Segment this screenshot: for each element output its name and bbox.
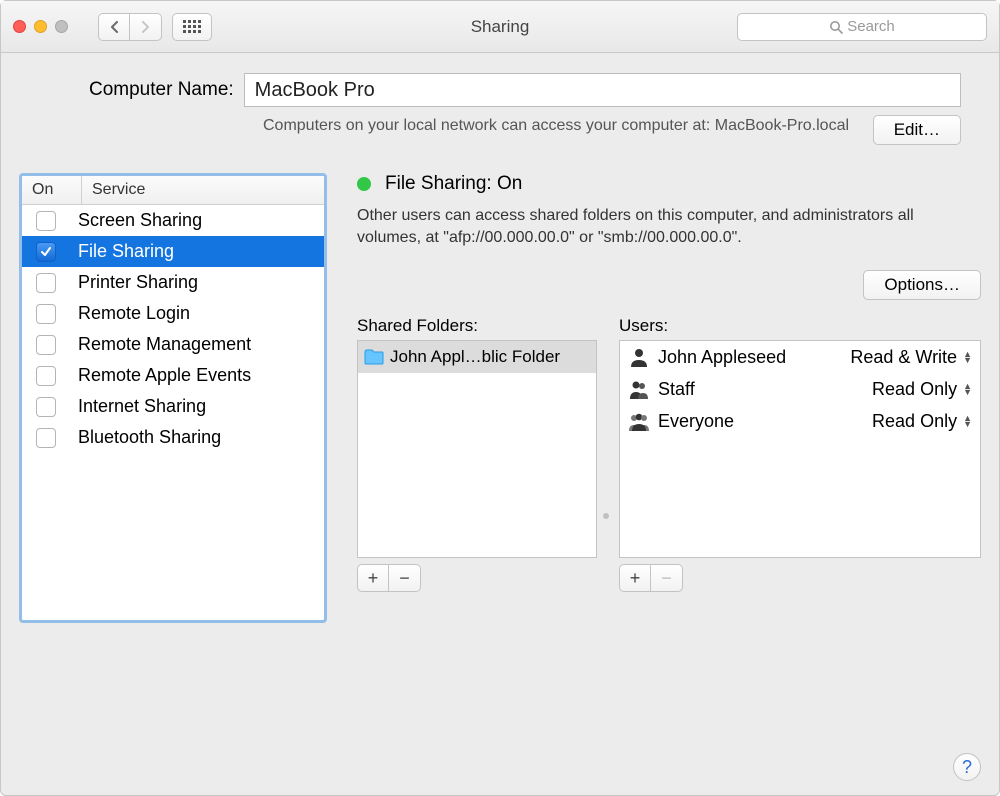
user-permission[interactable]: Read Only ▲▼ [872, 411, 972, 432]
service-row[interactable]: Remote Management [22, 329, 324, 360]
service-row[interactable]: Internet Sharing [22, 391, 324, 422]
remove-user-button[interactable]: − [651, 564, 683, 592]
user-name: Staff [658, 379, 695, 400]
computer-name-description: Computers on your local network can acce… [263, 115, 873, 137]
services-list[interactable]: On Service Screen Sharing File Sharing Pri… [19, 173, 327, 623]
user-item[interactable]: John Appleseed Read & Write ▲▼ [620, 341, 980, 373]
service-checkbox[interactable] [36, 428, 56, 448]
service-label: Remote Management [78, 334, 251, 355]
person-icon [628, 346, 650, 368]
users-list[interactable]: John Appleseed Read & Write ▲▼ Staff Read On… [619, 340, 981, 558]
minimize-button[interactable] [34, 20, 47, 33]
shared-folder-item[interactable]: John Appl…blic Folder [358, 341, 596, 373]
service-label: Screen Sharing [78, 210, 202, 231]
service-row[interactable]: File Sharing [22, 236, 324, 267]
service-checkbox[interactable] [36, 366, 56, 386]
user-name: Everyone [658, 411, 734, 432]
shared-folders-list[interactable]: John Appl…blic Folder [357, 340, 597, 558]
service-row[interactable]: Remote Apple Events [22, 360, 324, 391]
user-permission[interactable]: Read Only ▲▼ [872, 379, 972, 400]
back-button[interactable] [98, 13, 130, 41]
service-label: Remote Login [78, 303, 190, 324]
computer-name-label: Computer Name: [89, 79, 234, 101]
users-label: Users: [619, 316, 981, 336]
user-permission-label: Read & Write [850, 347, 957, 368]
user-item[interactable]: Staff Read Only ▲▼ [620, 373, 980, 405]
close-button[interactable] [13, 20, 26, 33]
computer-name-desc-row: Computers on your local network can acce… [19, 107, 981, 145]
service-row[interactable]: Remote Login [22, 298, 324, 329]
sharing-prefpane: Sharing Search Computer Name: Computers … [0, 0, 1000, 796]
user-permission-label: Read Only [872, 411, 957, 432]
status-description: Other users can access shared folders on… [357, 205, 981, 248]
everyone-icon [628, 410, 650, 432]
body-row: On Service Screen Sharing File Sharing Pri… [19, 173, 981, 781]
shared-folders-label: Shared Folders: [357, 316, 597, 336]
folder-icon [364, 349, 384, 365]
stepper-icon: ▲▼ [963, 383, 972, 395]
shared-folder-name: John Appl…blic Folder [390, 347, 560, 367]
folders-buttons: + − [357, 564, 597, 592]
forward-button[interactable] [130, 13, 162, 41]
service-checkbox[interactable] [36, 335, 56, 355]
help-button[interactable]: ? [953, 753, 981, 781]
service-row[interactable]: Printer Sharing [22, 267, 324, 298]
search-icon [829, 20, 843, 34]
service-row[interactable]: Screen Sharing [22, 205, 324, 236]
chevron-left-icon [110, 21, 119, 33]
service-label: File Sharing [78, 241, 174, 262]
user-item[interactable]: Everyone Read Only ▲▼ [620, 405, 980, 437]
shared-folders-section: Shared Folders: John Appl…blic Folder + … [357, 316, 597, 592]
window-controls [13, 20, 68, 33]
nav-buttons [98, 13, 162, 41]
remove-folder-button[interactable]: − [389, 564, 421, 592]
show-all-button[interactable] [172, 13, 212, 41]
status-label: File Sharing: On [385, 173, 522, 195]
services-header-svc: Service [82, 176, 324, 204]
content: Computer Name: Computers on your local n… [1, 53, 999, 795]
add-user-button[interactable]: + [619, 564, 651, 592]
search-placeholder: Search [847, 18, 895, 35]
search-field[interactable]: Search [737, 13, 987, 41]
users-buttons: + − [619, 564, 981, 592]
splitter-handle-icon[interactable] [603, 513, 609, 519]
service-checkbox[interactable] [36, 304, 56, 324]
edit-hostname-button[interactable]: Edit… [873, 115, 961, 145]
status-indicator-icon [357, 177, 371, 191]
computer-name-row: Computer Name: [19, 73, 981, 107]
group-icon [628, 378, 650, 400]
stepper-icon: ▲▼ [963, 415, 972, 427]
service-row[interactable]: Bluetooth Sharing [22, 422, 324, 453]
options-button[interactable]: Options… [863, 270, 981, 300]
service-label: Remote Apple Events [78, 365, 251, 386]
service-checkbox[interactable] [36, 273, 56, 293]
services-header-on: On [22, 176, 82, 204]
service-checkbox[interactable] [36, 397, 56, 417]
user-permission-label: Read Only [872, 379, 957, 400]
services-header: On Service [22, 176, 324, 205]
service-checkbox[interactable] [36, 211, 56, 231]
service-label: Bluetooth Sharing [78, 427, 221, 448]
grid-icon [183, 20, 201, 33]
user-name: John Appleseed [658, 347, 786, 368]
user-permission[interactable]: Read & Write ▲▼ [850, 347, 972, 368]
add-folder-button[interactable]: + [357, 564, 389, 592]
check-icon [40, 246, 52, 258]
folders-users-row: Shared Folders: John Appl…blic Folder + … [357, 316, 981, 592]
users-section: Users: John AppleseedRead & Write▲▼Staff… [619, 316, 981, 592]
titlebar: Sharing Search [1, 1, 999, 53]
service-label: Internet Sharing [78, 396, 206, 417]
detail-pane: File Sharing: On Other users can access … [357, 173, 981, 781]
computer-name-input[interactable] [244, 73, 961, 107]
service-checkbox[interactable] [36, 242, 56, 262]
service-label: Printer Sharing [78, 272, 198, 293]
status-row: File Sharing: On [357, 173, 981, 195]
stepper-icon: ▲▼ [963, 351, 972, 363]
zoom-button[interactable] [55, 20, 68, 33]
chevron-right-icon [141, 21, 150, 33]
